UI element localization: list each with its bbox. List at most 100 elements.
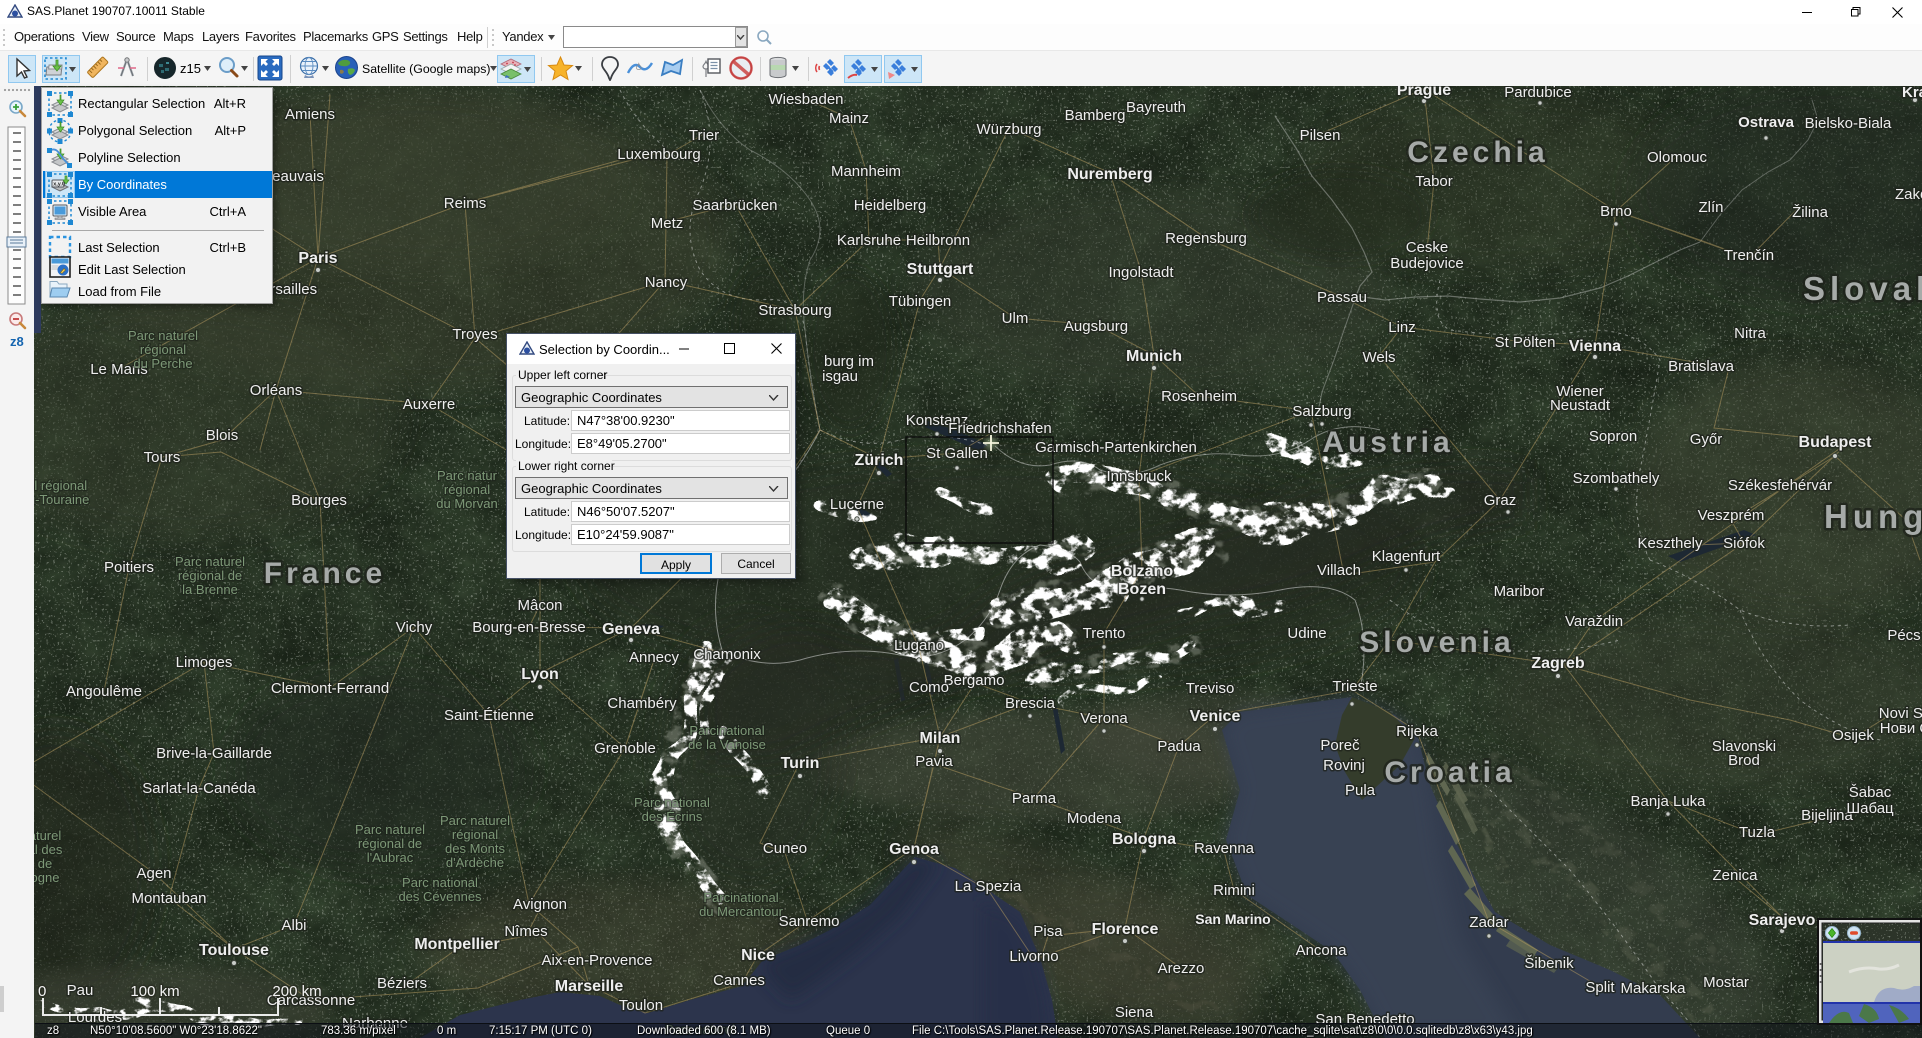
svg-text:Siófok: Siófok [1723,535,1765,552]
svg-text:Mainz: Mainz [829,110,869,127]
svg-text:Slovaki: Slovaki [1803,270,1922,307]
svg-text:Maribor: Maribor [1494,583,1545,600]
svg-text:Toulon: Toulon [619,997,663,1014]
svg-text:isgau: isgau [822,368,858,385]
svg-text:Toulouse: Toulouse [199,942,269,959]
svg-text:Sarlat-la-Canéda: Sarlat-la-Canéda [142,780,256,797]
svg-text:Sopron: Sopron [1589,428,1637,445]
svg-text:l'Aubrac: l'Aubrac [367,850,414,865]
svg-text:Trento: Trento [1083,625,1126,642]
svg-text:Pula: Pula [1345,782,1376,799]
svg-text:x,y.0: x,y.0 [53,182,65,188]
svg-text:Agen: Agen [136,865,171,882]
svg-text:Augsburg: Augsburg [1064,318,1128,335]
svg-text:St Pölten: St Pölten [1495,334,1556,351]
svg-text:Bratislava: Bratislava [1668,358,1735,375]
svg-text:Paris: Paris [298,250,337,267]
svg-text:Tübingen: Tübingen [889,293,952,310]
svg-text:Saint-Étienne: Saint-Étienne [444,707,534,724]
svg-text:Parc naturel: Parc naturel [440,813,510,828]
svg-text:Ostrava: Ostrava [1738,114,1795,131]
svg-text:Modena: Modena [1067,810,1122,827]
svg-text:Zürich: Zürich [855,452,904,469]
svg-text:Trenčín: Trenčín [1724,247,1774,264]
svg-text:de: de [38,856,52,871]
svg-text:Chambéry: Chambéry [607,695,677,712]
svg-text:Zenica: Zenica [1712,867,1758,884]
svg-text:Tuzla: Tuzla [1739,824,1776,841]
svg-text:Bamberg: Bamberg [1065,107,1126,124]
svg-text:Нови C: Нови C [1880,720,1922,737]
svg-text:Parc naturel: Parc naturel [175,554,245,569]
svg-text:Saarbrücken: Saarbrücken [692,197,777,214]
svg-text:Strasbourg: Strasbourg [758,302,831,319]
svg-text:Vichy: Vichy [396,619,433,636]
svg-text:Šibenik: Šibenik [1524,955,1574,972]
svg-text:Munich: Munich [1126,348,1182,365]
svg-text:Metz: Metz [651,215,684,232]
svg-text:du Mercantour: du Mercantour [699,904,783,919]
svg-text:Bielsko-Biala: Bielsko-Biala [1805,115,1892,132]
svg-text:Budejovice: Budejovice [1390,255,1463,272]
svg-text:Parc national: Parc national [402,875,478,890]
svg-text:des Monts: des Monts [445,841,505,856]
svg-text:Pau: Pau [67,982,94,999]
svg-text:Pilsen: Pilsen [1300,127,1341,144]
svg-text:Banja Luka: Banja Luka [1630,793,1706,810]
svg-text:Amiens: Amiens [285,106,335,123]
svg-text:des Cévennes: des Cévennes [398,889,482,904]
svg-text:Treviso: Treviso [1186,680,1235,697]
svg-text:régional: régional [452,827,498,842]
svg-text:San Marino: San Marino [1195,911,1270,927]
svg-text:Pavia: Pavia [915,753,953,770]
svg-text:Parc naturel: Parc naturel [355,822,425,837]
svg-text:La Spezia: La Spezia [955,878,1022,895]
svg-text:Wels: Wels [1362,349,1395,366]
svg-text:Venice: Venice [1190,708,1241,725]
svg-text:Rovinj: Rovinj [1323,757,1365,774]
svg-text:Bourg-en-Bresse: Bourg-en-Bresse [472,619,585,636]
svg-text:Friedrichshafen: Friedrichshafen [948,420,1051,437]
svg-text:Rosenheim: Rosenheim [1161,388,1237,405]
svg-text:Krak: Krak [1902,84,1922,101]
svg-text:Heidelberg: Heidelberg [854,197,927,214]
svg-text:de la Vanoise: de la Vanoise [688,737,766,752]
svg-text:Albi: Albi [281,917,306,934]
svg-text:Grenoble: Grenoble [594,740,656,757]
svg-text:Székesfehérvár: Székesfehérvár [1728,477,1832,494]
svg-text:Cuneo: Cuneo [763,840,807,857]
svg-text:Nitra: Nitra [1734,325,1766,342]
svg-text:Geneva: Geneva [602,621,660,638]
svg-text:Innsbruck: Innsbruck [1106,468,1172,485]
svg-text:Bolzano: Bolzano [1111,563,1173,580]
svg-text:Шабац: Шабац [1846,800,1894,817]
svg-text:Turin: Turin [781,755,820,772]
svg-text:Troyes: Troyes [452,326,497,343]
svg-text:Croatia: Croatia [1384,756,1515,789]
svg-text:Salzburg: Salzburg [1292,403,1351,420]
svg-text:Austria: Austria [1322,426,1453,459]
svg-text:Wiesbaden: Wiesbaden [768,91,843,108]
svg-text:Aix-en-Provence: Aix-en-Provence [542,952,653,969]
svg-text:Ingolstadt: Ingolstadt [1108,264,1174,281]
svg-text:Keszthely: Keszthely [1637,535,1703,552]
svg-text:des Écrins: des Écrins [642,809,703,824]
svg-text:Pardubice: Pardubice [1504,84,1572,101]
svg-text:Pisa: Pisa [1033,923,1063,940]
svg-text:Sarajevo: Sarajevo [1749,912,1816,929]
svg-text:régional de: régional de [358,836,422,851]
svg-text:Poitiers: Poitiers [104,559,154,576]
svg-text:St Gallen: St Gallen [926,445,988,462]
svg-text:Nice: Nice [741,947,775,964]
svg-text:Klagenfurt: Klagenfurt [1372,548,1441,565]
svg-text:Budapest: Budapest [1799,434,1873,451]
svg-text:Genoa: Genoa [889,841,939,858]
svg-text:Lugano: Lugano [894,637,944,654]
svg-text:Marseille: Marseille [555,978,624,995]
svg-text:Šabac: Šabac [1849,784,1892,801]
svg-text:Parc national: Parc national [634,795,710,810]
svg-text:Béziers: Béziers [377,975,427,992]
svg-text:Verona: Verona [1080,710,1128,727]
svg-text:Czechia: Czechia [1407,136,1548,169]
svg-text:Reims: Reims [444,195,487,212]
